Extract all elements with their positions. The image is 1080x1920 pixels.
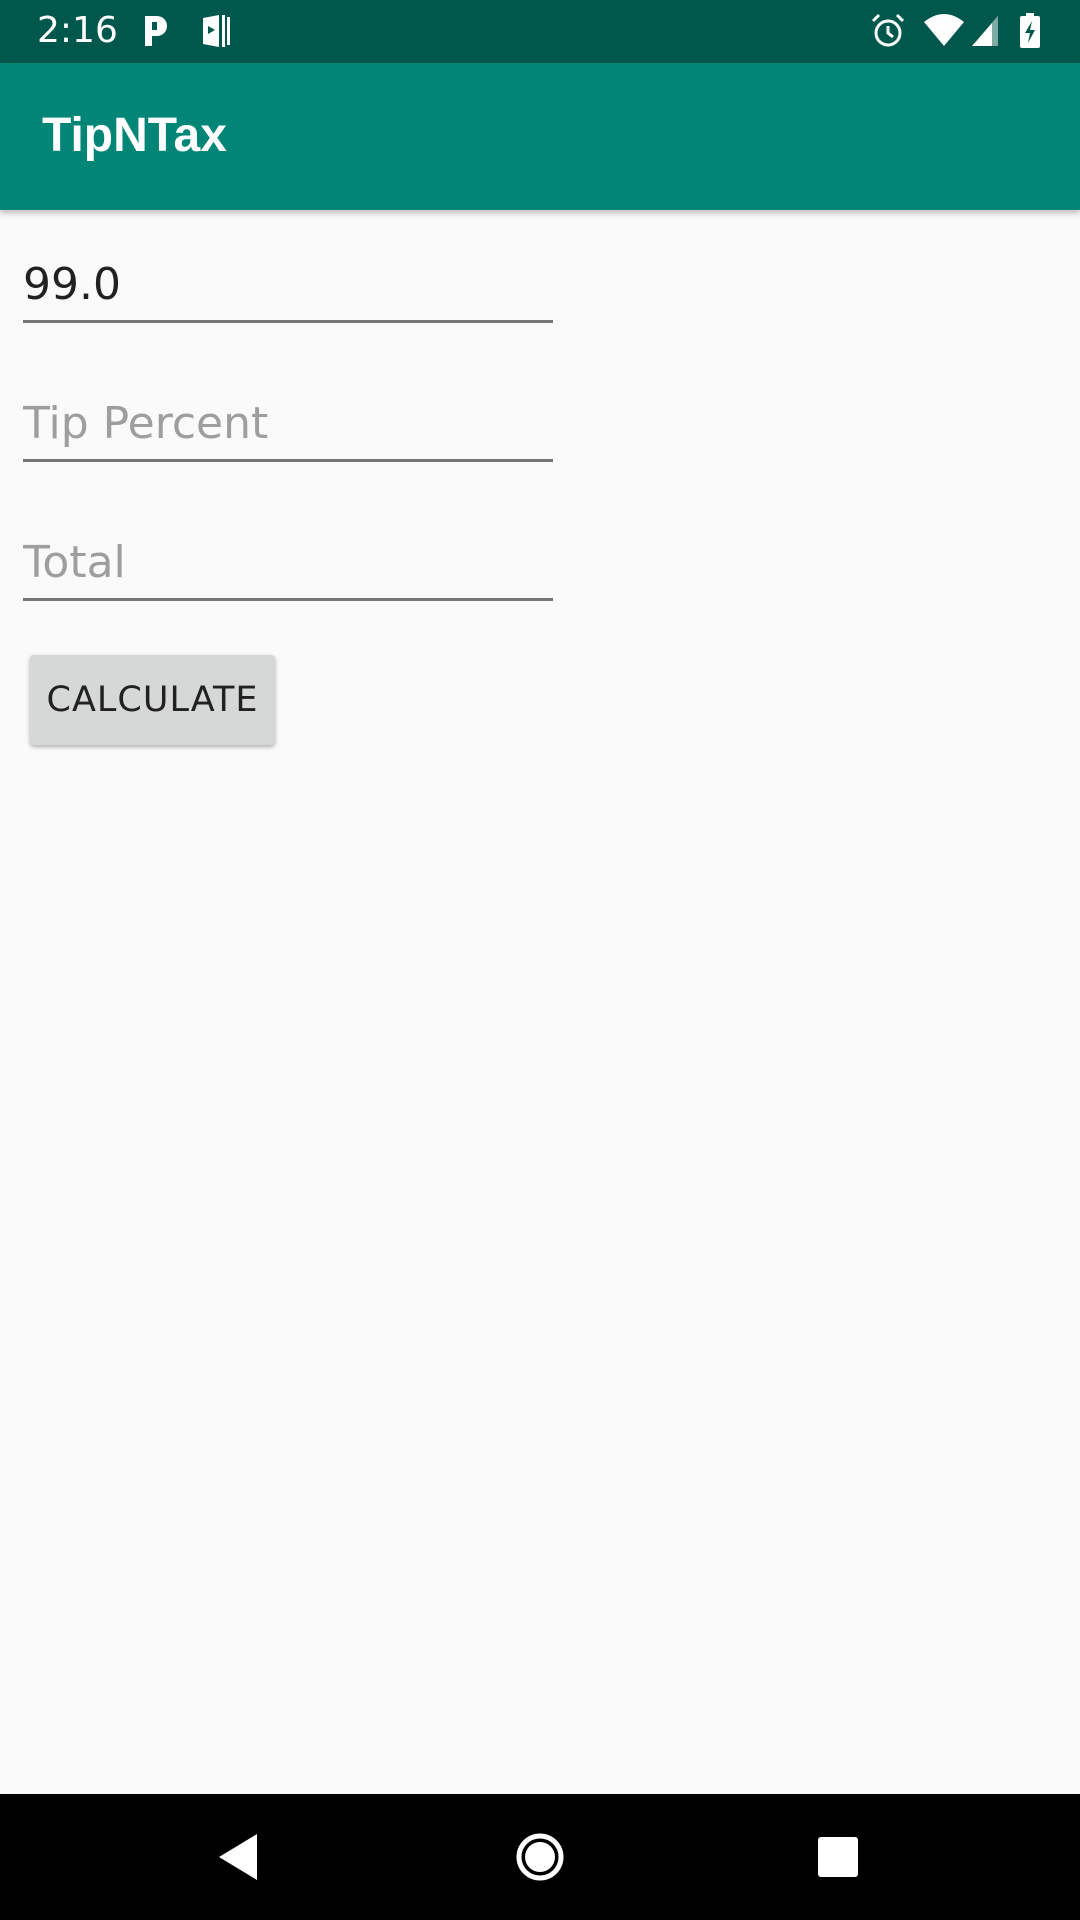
status-bar: 2:16: [0, 0, 1080, 63]
app-title: TipNTax: [42, 109, 227, 162]
amount-field[interactable]: [23, 250, 553, 323]
app-bar: TipNTax: [0, 63, 1080, 210]
alarm-icon: [871, 13, 905, 47]
battery-charging-icon: [1020, 13, 1040, 48]
wifi-icon: [924, 14, 964, 46]
navigation-bar: [0, 1794, 1080, 1920]
tip-percent-input[interactable]: [23, 395, 543, 451]
recents-icon[interactable]: [803, 1822, 873, 1892]
total-field[interactable]: [23, 528, 553, 601]
calculate-button[interactable]: CALCULATE: [30, 655, 275, 745]
back-icon[interactable]: [205, 1822, 275, 1892]
total-input[interactable]: [23, 534, 543, 590]
status-time: 2:16: [37, 10, 118, 51]
amount-input[interactable]: [23, 256, 543, 312]
play-books-icon: [203, 15, 230, 47]
home-icon[interactable]: [505, 1822, 575, 1892]
tip-percent-field[interactable]: [23, 389, 553, 462]
cell-signal-icon: [972, 16, 998, 46]
parking-p-icon: [145, 16, 167, 46]
